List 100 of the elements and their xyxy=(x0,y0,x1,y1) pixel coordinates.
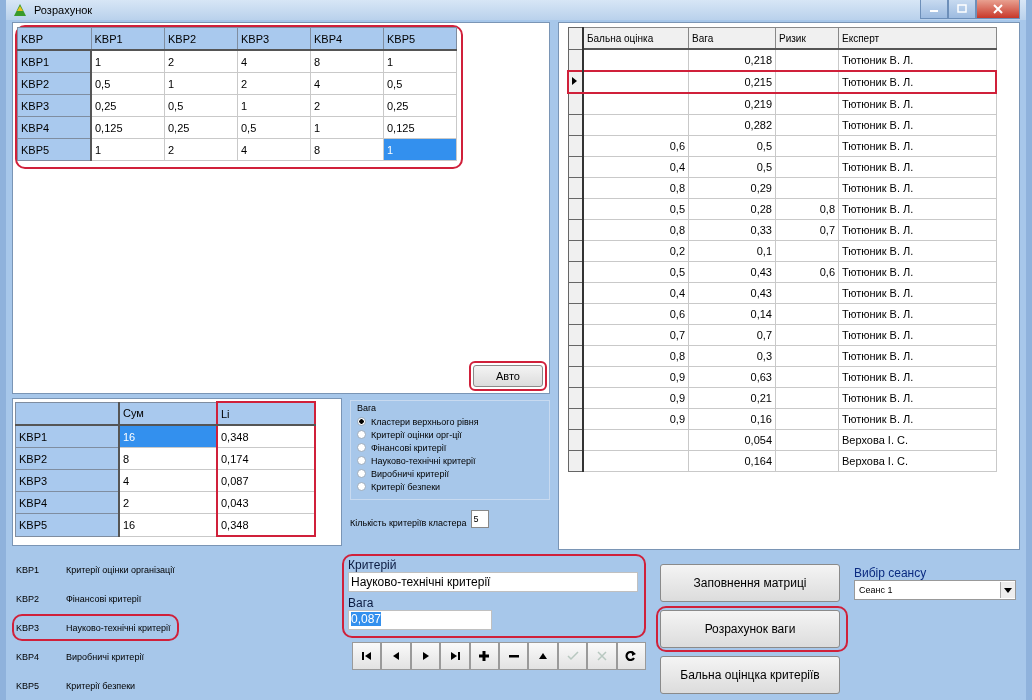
table-cell[interactable]: 2 xyxy=(237,72,311,95)
row-indicator[interactable] xyxy=(568,219,583,241)
navigator-button[interactable] xyxy=(440,642,470,670)
count-field[interactable]: 5 xyxy=(470,510,489,528)
column-header[interactable]: Експерт xyxy=(838,27,996,49)
action-button[interactable]: Розрахунок ваги xyxy=(660,610,840,648)
radio-button[interactable] xyxy=(357,443,366,452)
navigator-button[interactable] xyxy=(528,642,558,670)
row-header: KBP5 xyxy=(15,513,119,536)
checkmark-icon xyxy=(565,649,580,663)
table-cell[interactable]: 0,348 xyxy=(217,425,315,448)
row-indicator[interactable] xyxy=(568,49,583,71)
table-cell[interactable]: 0,25 xyxy=(383,94,457,117)
radio-button[interactable] xyxy=(357,456,366,465)
table-cell[interactable]: 4 xyxy=(310,72,384,95)
corner-cell xyxy=(568,27,583,49)
action-button[interactable]: Заповнення матриці xyxy=(660,564,840,602)
row-indicator[interactable] xyxy=(568,156,583,178)
maximize-button[interactable] xyxy=(948,0,976,19)
table-cell[interactable]: 1 xyxy=(91,50,165,73)
table-cell: 0,16 xyxy=(688,408,776,430)
radio-button[interactable] xyxy=(357,482,366,491)
radio-option[interactable]: Виробничі критерії xyxy=(357,467,543,480)
table-cell[interactable]: 0,174 xyxy=(217,447,315,470)
row-indicator[interactable] xyxy=(568,135,583,157)
close-icon xyxy=(993,4,1003,14)
table-cell[interactable]: 2 xyxy=(310,94,384,117)
table-cell[interactable]: 1 xyxy=(310,116,384,139)
row-indicator[interactable] xyxy=(568,408,583,430)
table-cell[interactable]: 2 xyxy=(164,50,238,73)
table-cell: 0,8 xyxy=(583,345,689,367)
table-cell[interactable]: 1 xyxy=(237,94,311,117)
table-cell[interactable]: 1 xyxy=(91,138,165,161)
auto-button[interactable]: Авто xyxy=(473,365,543,387)
row-indicator[interactable] xyxy=(568,198,583,220)
radio-button[interactable] xyxy=(357,417,366,426)
action-button[interactable]: Бальна оцінцка критеріїв xyxy=(660,656,840,694)
table-cell[interactable]: 1 xyxy=(164,72,238,95)
table-cell[interactable]: 0,087 xyxy=(217,469,315,492)
row-indicator[interactable] xyxy=(568,261,583,283)
row-indicator[interactable] xyxy=(568,282,583,304)
row-indicator[interactable] xyxy=(568,366,583,388)
navigator-button[interactable] xyxy=(381,642,411,670)
row-header: KBP1 xyxy=(17,50,91,73)
legend-code: KBP1 xyxy=(16,564,40,575)
table-cell: 0,6 xyxy=(583,135,689,157)
criterion-field[interactable]: Науково-технічні критерії xyxy=(348,572,638,592)
radio-label: Критерії безпеки xyxy=(371,481,441,492)
navigator-button[interactable] xyxy=(410,642,441,670)
navigator-button[interactable] xyxy=(616,642,647,670)
table-cell[interactable]: 0,125 xyxy=(91,116,165,139)
radio-option[interactable]: Фінансові критерії xyxy=(357,441,543,454)
table-cell[interactable]: 0,125 xyxy=(383,116,457,139)
radio-option[interactable]: Кластери верхнього рівня xyxy=(357,415,543,428)
row-indicator[interactable] xyxy=(568,324,583,346)
table-cell: 0,7 xyxy=(583,324,689,346)
row-indicator[interactable] xyxy=(568,93,583,115)
column-header[interactable]: Вага xyxy=(688,27,776,49)
row-indicator[interactable] xyxy=(568,387,583,409)
table-cell: 0,8 xyxy=(583,219,689,241)
table-cell[interactable]: 0,348 xyxy=(217,513,315,536)
row-indicator[interactable] xyxy=(568,450,583,472)
table-cell: Тютюник В. Л. xyxy=(838,261,996,283)
table-cell[interactable]: 0,25 xyxy=(91,94,165,117)
table-cell: 0,5 xyxy=(688,135,776,157)
table-cell[interactable]: 0,5 xyxy=(91,72,165,95)
table-cell[interactable]: 8 xyxy=(310,138,384,161)
radio-option[interactable]: Критерії оцінки орг-ції xyxy=(357,428,543,441)
table-cell[interactable]: 0,5 xyxy=(237,116,311,139)
radio-button[interactable] xyxy=(357,469,366,478)
minimize-button[interactable] xyxy=(920,0,948,19)
table-cell[interactable]: 4 xyxy=(237,50,311,73)
row-indicator[interactable] xyxy=(568,177,583,199)
table-cell[interactable]: 2 xyxy=(164,138,238,161)
session-dropdown[interactable]: Сеанс 1 xyxy=(854,580,1016,600)
table-cell: Тютюник В. Л. xyxy=(838,303,996,325)
row-indicator[interactable] xyxy=(568,71,583,93)
table-cell: 0,4 xyxy=(583,282,689,304)
row-indicator[interactable] xyxy=(568,303,583,325)
row-indicator[interactable] xyxy=(568,114,583,136)
table-cell[interactable]: 1 xyxy=(383,50,457,73)
navigator-button[interactable] xyxy=(352,642,382,670)
table-cell[interactable]: 0,5 xyxy=(383,72,457,95)
column-header[interactable]: Бальна оцінка xyxy=(583,27,689,49)
table-cell[interactable]: 8 xyxy=(310,50,384,73)
row-indicator[interactable] xyxy=(568,429,583,451)
column-header[interactable]: Ризик xyxy=(775,27,839,49)
legend-label: Критерії безпеки xyxy=(66,680,136,691)
table-cell[interactable]: 0,25 xyxy=(164,116,238,139)
navigator-button[interactable] xyxy=(469,642,500,670)
radio-option[interactable]: Критерії безпеки xyxy=(357,480,543,493)
radio-button[interactable] xyxy=(357,430,366,439)
table-cell[interactable]: 4 xyxy=(237,138,311,161)
row-indicator[interactable] xyxy=(568,240,583,262)
table-cell[interactable]: 0,043 xyxy=(217,491,315,514)
close-button[interactable] xyxy=(976,0,1020,19)
navigator-button[interactable] xyxy=(499,642,529,670)
table-cell[interactable]: 0,5 xyxy=(164,94,238,117)
radio-option[interactable]: Науково-технічні критерії xyxy=(357,454,543,467)
row-indicator[interactable] xyxy=(568,345,583,367)
